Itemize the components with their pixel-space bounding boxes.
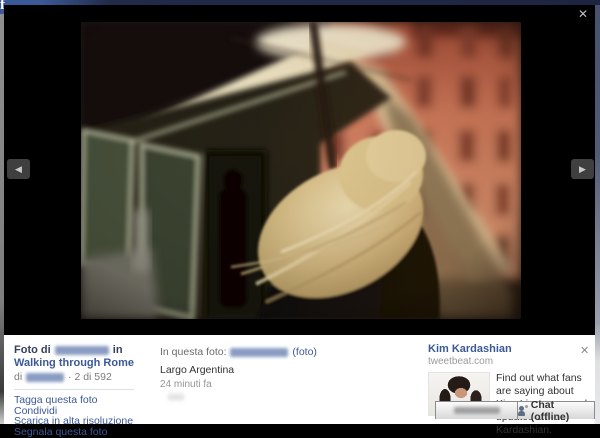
ad-title-link[interactable]: Kim Kardashian <box>428 343 512 355</box>
byline-prefix: di <box>14 371 22 383</box>
previous-photo-button[interactable]: ◀ <box>7 159 30 179</box>
report-photo-link[interactable]: Segnala questa foto <box>14 426 107 438</box>
photo-lightbox: ✕ <box>4 5 595 424</box>
tagged-label: In questa foto: <box>160 346 227 358</box>
next-arrow-icon: ▶ <box>579 164 586 174</box>
tagged-in-photo: In questa foto: (foto) <box>160 346 340 358</box>
photo-position: 2 di 592 <box>74 371 111 383</box>
ad-domain: tweetbeat.com <box>428 356 588 367</box>
ad-close-icon[interactable]: ✕ <box>580 344 589 357</box>
redacted-owner-name[interactable] <box>55 346 109 355</box>
photo-tag-column: In questa foto: (foto) Largo Argentina 2… <box>160 346 340 400</box>
faint-icon-remnant <box>168 394 184 400</box>
sponsored-ad: Kim Kardashian ✕ tweetbeat.com Find out … <box>428 343 588 437</box>
photo-title: Foto di in Walking through Rome <box>14 344 152 370</box>
next-photo-button[interactable]: ▶ <box>571 159 594 179</box>
title-connector: in <box>113 344 123 356</box>
byline-separator: · <box>68 371 72 383</box>
chat-bar: Chat (offline) <box>435 401 595 419</box>
action-item: Segnala questa foto <box>14 427 152 438</box>
chat-person-icon <box>518 405 528 416</box>
close-icon[interactable]: ✕ <box>575 7 591 21</box>
page-edge-right <box>595 5 600 424</box>
prev-arrow-icon: ◀ <box>15 164 22 174</box>
location-label: Largo Argentina <box>160 364 340 376</box>
chat-offline-tab[interactable]: Chat (offline) <box>517 401 595 419</box>
photo-byline: di · 2 di 592 <box>14 371 152 383</box>
chat-offline-label: Chat (offline) <box>531 399 594 423</box>
redacted-uploader-name[interactable] <box>26 373 64 382</box>
title-prefix: Foto di <box>14 344 51 356</box>
redacted-tagged-name[interactable] <box>230 348 288 357</box>
photo-actions: Tagga questa foto Condividi Scarica in a… <box>14 395 152 438</box>
divider <box>14 389 134 390</box>
photo-image[interactable] <box>81 22 521 319</box>
group-chat-tab[interactable] <box>435 401 517 419</box>
photo-artwork <box>81 22 521 319</box>
timestamp: 24 minuti fa <box>160 379 340 390</box>
tagged-photo-link[interactable]: (foto) <box>292 346 317 358</box>
redacted-group-tab-label <box>454 407 500 414</box>
album-link[interactable]: Walking through Rome <box>14 357 134 369</box>
